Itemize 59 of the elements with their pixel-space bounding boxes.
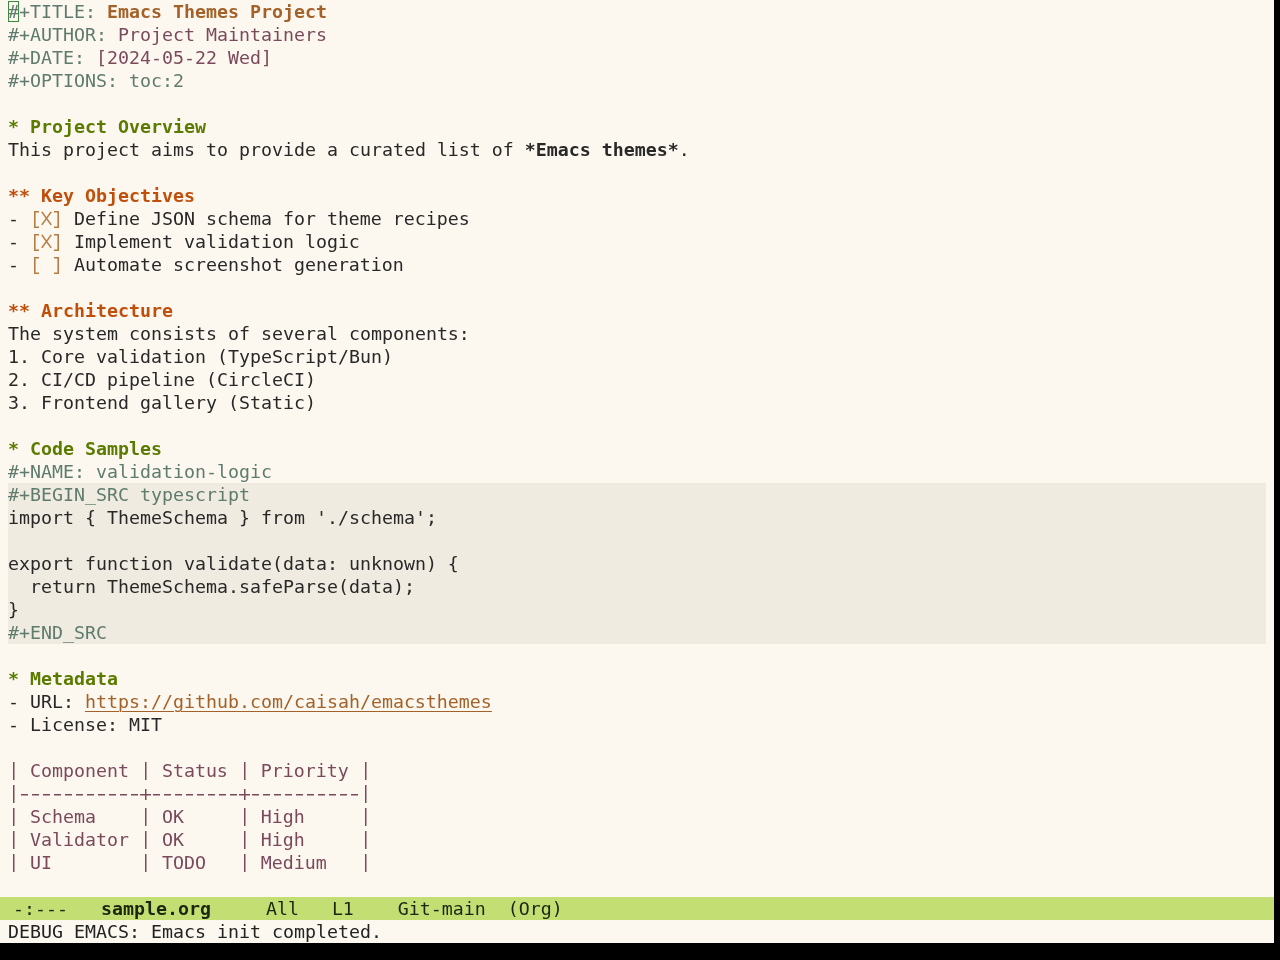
url-link[interactable]: https://github.com/caisah/emacsthemes <box>84 690 492 713</box>
keyword-value: validation-logic <box>95 460 272 483</box>
table-cell-text: High <box>260 828 306 851</box>
buffer-state: -:--- <box>13 897 68 920</box>
table-header-cell: Priority <box>260 759 349 782</box>
block-delimiter: #+BEGIN_SRC <box>8 483 129 506</box>
list-item-text: Define JSON schema for theme recipes <box>73 207 470 230</box>
paragraph-text: The system consists of several components: <box>8 322 471 345</box>
paragraph-text: This project aims to provide a curated list of *Emacs themes*. <box>8 138 691 161</box>
keyword-label: #+AUTHOR: <box>8 23 107 46</box>
list-bullet: - <box>8 713 19 736</box>
table-cell-text: TODO <box>161 851 207 874</box>
table-cell: Validator <box>29 828 129 851</box>
keyword-label: #+DATE: <box>8 46 85 69</box>
checkbox[interactable] <box>33 234 59 251</box>
code-text: import { ThemeSchema } from './schema'; export function validate(data: unknown) { return ThemeSchema.safeParse(data); } <box>8 506 460 621</box>
echo-message: DEBUG EMACS: Emacs init completed. <box>8 920 382 943</box>
line-number: L1 <box>331 897 354 920</box>
list-bullet: - <box>8 230 19 253</box>
list-number: 1. <box>8 345 30 368</box>
list-item-text: Frontend gallery (Static) <box>41 391 316 414</box>
major-mode: (Org) <box>507 897 563 920</box>
table-cell-text: Medium <box>260 851 328 874</box>
section-heading: * Project Overview <box>8 115 207 138</box>
table-header-cell: Component <box>29 759 129 782</box>
section-heading: * Metadata <box>8 667 119 690</box>
list-bullet: - <box>8 207 19 230</box>
block-delimiter: #+END_SRC <box>8 621 107 644</box>
list-item-text: Core validation (TypeScript/Bun) <box>41 345 393 368</box>
keyword-label: #+NAME: <box>8 460 85 483</box>
list-item-text: Automate screenshot generation <box>73 253 404 276</box>
table-cell-text: OK <box>161 805 185 828</box>
list-item-text: Implement validation logic <box>73 230 360 253</box>
table-cell-text: UI <box>29 851 53 874</box>
git-branch: Git-main <box>397 897 486 920</box>
table-header-cell: Status <box>161 759 228 782</box>
section-heading: * Code Samples <box>8 437 163 460</box>
checkbox[interactable] <box>33 257 59 274</box>
buffer-name: sample.org <box>100 897 211 920</box>
list-number: 3. <box>8 391 30 414</box>
language-label: typescript <box>139 483 250 506</box>
keyword-value: Project Maintainers <box>117 23 327 46</box>
buffer-position: All <box>265 897 299 920</box>
checkbox[interactable] <box>33 211 59 228</box>
keyword-value: Emacs Themes Project <box>106 0 327 23</box>
list-item-text: License: MIT <box>30 713 162 736</box>
table-cell-text: High <box>260 805 306 828</box>
list-bullet: - <box>8 253 19 276</box>
list-bullet: - <box>8 690 19 713</box>
keyword-label: #+OPTIONS: <box>8 69 118 92</box>
list-item-text: CI/CD pipeline (CircleCI) <box>41 368 316 391</box>
section-heading: ** Architecture <box>8 299 174 322</box>
table-cell-text: Schema <box>29 805 97 828</box>
section-heading: ** Key Objectives <box>8 184 196 207</box>
keyword-value: toc:2 <box>128 69 184 92</box>
table-cell-text: OK <box>161 828 185 851</box>
list-number: 2. <box>8 368 30 391</box>
keyword-value: [2024-05-22 Wed] <box>95 46 272 69</box>
field-label: URL: <box>30 690 74 713</box>
